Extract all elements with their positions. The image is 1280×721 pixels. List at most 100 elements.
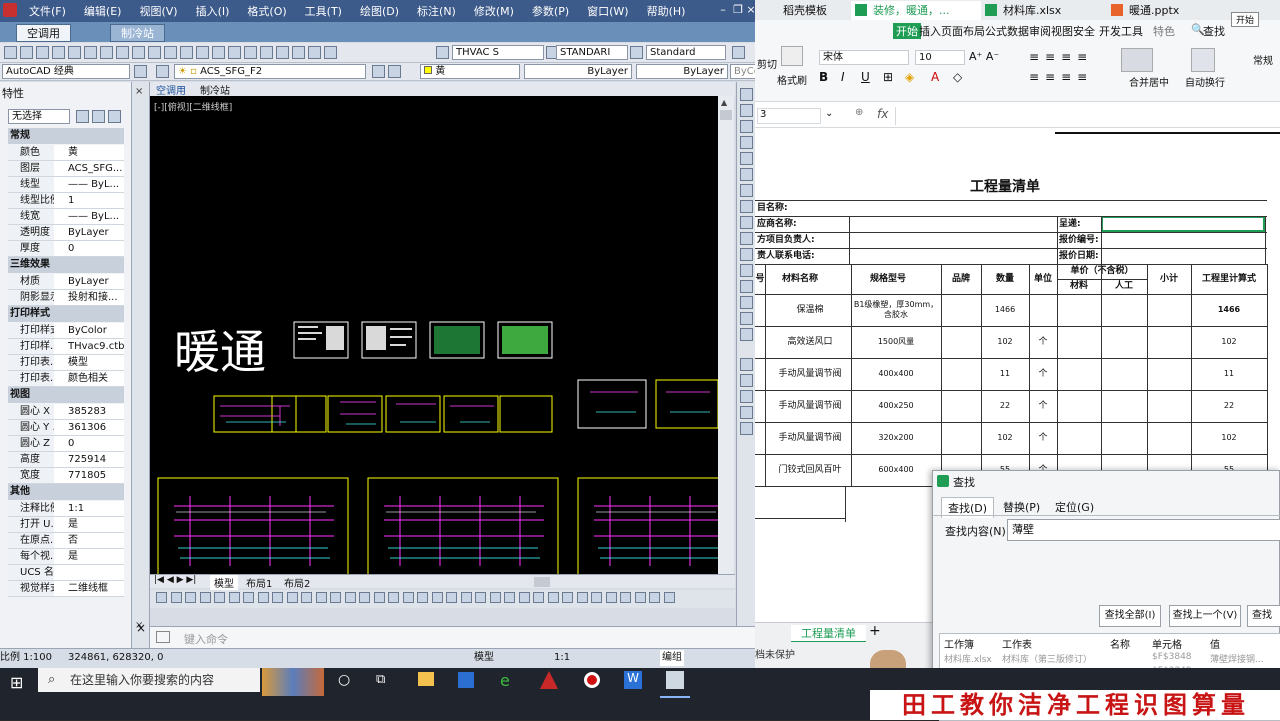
ribbon-search[interactable]: 查找 — [1203, 23, 1225, 39]
prop-value[interactable]: 725914 — [66, 452, 124, 468]
zoom-prev-icon[interactable] — [212, 46, 225, 59]
header-qty[interactable]: 数量 — [981, 264, 1029, 294]
find-all-button[interactable]: 查找全部(I) — [1099, 605, 1161, 627]
workspace-settings-icon[interactable] — [134, 65, 147, 78]
minimize-icon[interactable]: – — [716, 3, 730, 17]
dimension-tool-icon[interactable] — [199, 592, 211, 603]
clear-icon[interactable]: ◇ — [953, 70, 962, 84]
properties-icon[interactable] — [228, 46, 241, 59]
header-material[interactable]: 材料名称 — [765, 264, 835, 294]
cell-qty[interactable]: 11 — [981, 358, 1029, 390]
cortana-icon[interactable]: ○ — [338, 672, 350, 688]
prop-row[interactable]: 视觉样式二维线框 — [8, 581, 124, 597]
paint-brush-icon[interactable] — [781, 46, 803, 66]
draworder-icon[interactable] — [740, 358, 753, 371]
command-input[interactable]: 键入命令 — [184, 631, 228, 647]
cell-unit[interactable]: 个 — [1029, 422, 1057, 454]
cell-material[interactable]: 高效送风口 — [765, 326, 855, 358]
ribbon-tab-data[interactable]: 数据 — [1007, 23, 1029, 39]
cell-calc[interactable]: 1466 — [1191, 294, 1267, 326]
cell-unit[interactable] — [1029, 294, 1057, 326]
dimension-tool-icon[interactable] — [489, 592, 501, 603]
name-box[interactable]: 3 — [757, 108, 821, 124]
header-formula[interactable]: 工程里计算式 — [1191, 264, 1267, 294]
dimension-tool-icon[interactable] — [547, 592, 559, 603]
print-icon[interactable] — [52, 46, 65, 59]
dim-style-combo[interactable]: STANDARI — [556, 45, 628, 60]
ribbon-tab-view[interactable]: 视图 — [1051, 23, 1073, 39]
prop-value[interactable]: 模型 — [66, 355, 124, 371]
dimension-tool-icon[interactable] — [228, 592, 240, 603]
paste-icon[interactable] — [116, 46, 129, 59]
mirror-icon[interactable] — [740, 120, 753, 133]
scroll-thumb[interactable] — [720, 110, 732, 120]
prop-value[interactable]: THvac9.ctb — [66, 339, 124, 355]
prop-value[interactable]: 1:1 — [66, 501, 124, 517]
dimension-tool-icon[interactable] — [431, 592, 443, 603]
info-label-right[interactable]: 呈递: — [1059, 216, 1103, 232]
scroll-up-icon[interactable]: ▲ — [721, 98, 727, 107]
move-icon[interactable] — [740, 168, 753, 181]
header-unit[interactable]: 单位 — [1029, 264, 1057, 294]
menu-draw[interactable]: 绘图(D) — [351, 3, 408, 19]
weather-widget-icon[interactable] — [262, 668, 324, 696]
rotate-icon[interactable] — [740, 184, 753, 197]
prop-value[interactable]: 385283 — [66, 404, 124, 420]
dimension-tool-icon[interactable] — [330, 592, 341, 603]
dimension-tool-icon[interactable] — [402, 592, 414, 603]
prop-row[interactable]: 透明度 ByLayer — [8, 225, 124, 241]
prop-value[interactable]: 是 — [66, 517, 124, 533]
redo-icon[interactable] — [164, 46, 177, 59]
fx-icon[interactable]: fx — [877, 107, 888, 121]
dimension-tool-icon[interactable] — [533, 592, 544, 603]
dimension-tool-icon[interactable] — [315, 592, 327, 603]
erase-icon[interactable] — [740, 88, 753, 101]
cell-calc[interactable]: 102 — [1191, 422, 1267, 454]
select-objects-icon[interactable] — [92, 110, 105, 123]
menu-window[interactable]: 窗口(W) — [578, 3, 637, 19]
layer-manager-icon[interactable] — [156, 65, 169, 78]
file-explorer-icon[interactable] — [418, 672, 434, 686]
cell-spec[interactable]: 320x200 — [851, 422, 941, 454]
paint-app-icon[interactable] — [666, 671, 684, 689]
goto-tab[interactable]: 定位(G) — [1055, 499, 1094, 515]
dimension-tool-icon[interactable] — [257, 592, 269, 603]
lineweight-combo[interactable]: ByLayer — [636, 64, 728, 79]
cell-material[interactable]: 手动风量调节阀 — [765, 422, 855, 454]
layout-tab-2[interactable]: 布局2 — [280, 575, 314, 590]
close-icon[interactable]: × — [744, 3, 755, 17]
save-icon[interactable] — [36, 46, 49, 59]
result-cell[interactable]: 材料库.xlsx — [944, 652, 992, 665]
prop-section[interactable]: 常规 — [8, 128, 124, 144]
cell-unit[interactable]: 个 — [1029, 358, 1057, 390]
prop-row[interactable]: 打印样式 ByColor — [8, 323, 124, 339]
info-label[interactable]: 责人联系电话: — [757, 248, 937, 264]
dimension-tool-icon[interactable] — [388, 592, 399, 603]
cell-material[interactable]: 保温棉 — [765, 294, 855, 326]
cut-label[interactable]: 剪切 — [757, 56, 777, 71]
layout-nav-icons[interactable]: |◀ ◀ ▶ ▶| — [154, 575, 196, 585]
prop-row[interactable]: 打印表... 颜色相关 — [8, 371, 124, 387]
prop-row[interactable]: 阴影显示投射和接... — [8, 290, 124, 306]
find-next-button[interactable]: 查找 — [1247, 605, 1280, 627]
cell-unit[interactable]: 个 — [1029, 326, 1057, 358]
prop-section[interactable]: 三维效果 — [8, 257, 124, 273]
dimension-tool-icon[interactable] — [576, 592, 588, 603]
prop-row[interactable]: 线型比例 1 — [8, 193, 124, 209]
italic-icon[interactable]: I — [841, 70, 845, 84]
bold-icon[interactable]: B — [819, 70, 828, 84]
align-left-icons[interactable]: ≡≡≡≡ — [1029, 70, 1093, 84]
doc-tab-ac[interactable]: 空调用 — [16, 24, 71, 42]
header-labor[interactable]: 人工 — [1101, 279, 1147, 294]
result-cell[interactable]: 材料库（第三版修订） — [1002, 652, 1092, 665]
prop-value[interactable]: 颜色相关 — [66, 371, 124, 387]
cell-spec[interactable]: 600x400 — [851, 454, 941, 486]
vertical-scrollbar[interactable]: ▲ — [718, 96, 734, 574]
trim-icon[interactable] — [740, 232, 753, 245]
array-icon[interactable] — [740, 152, 753, 165]
sheet-set-icon[interactable] — [276, 46, 289, 59]
underline-icon[interactable]: U — [861, 70, 870, 84]
dimension-tool-icon[interactable] — [562, 592, 573, 603]
menu-edit[interactable]: 编辑(E) — [75, 3, 131, 19]
prop-row[interactable]: 打印样... THvac9.ctb — [8, 339, 124, 355]
